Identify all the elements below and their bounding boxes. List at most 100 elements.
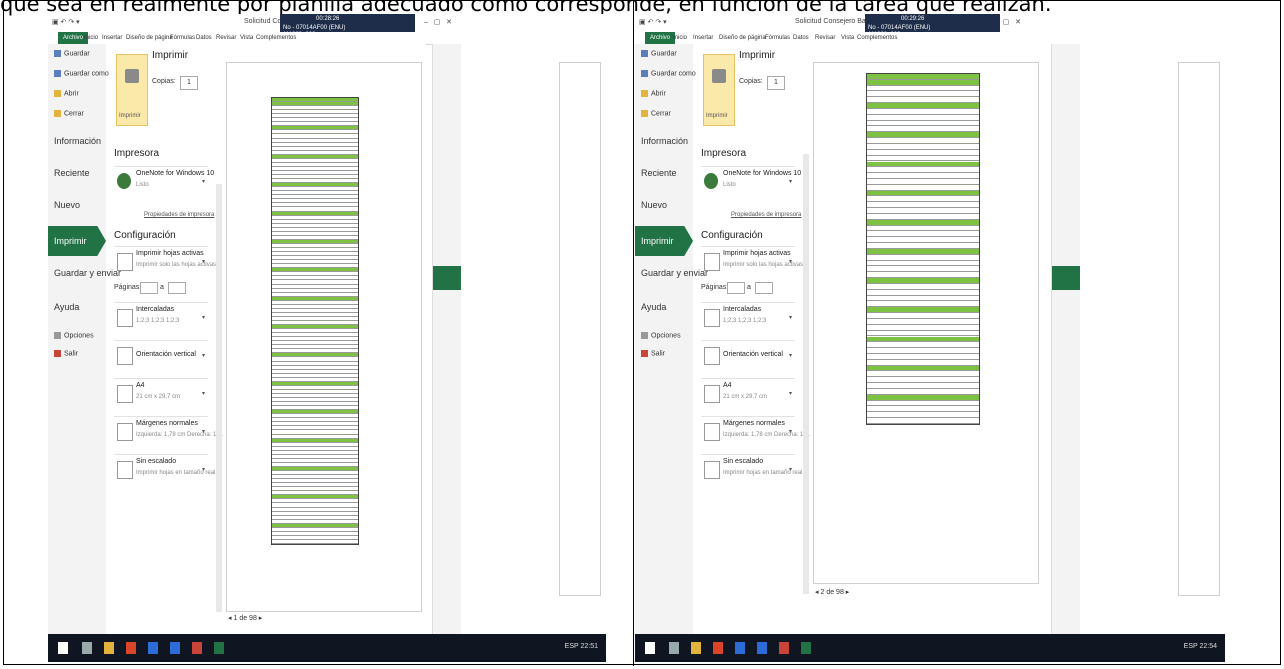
nav-ayuda[interactable]: Ayuda xyxy=(54,302,79,312)
tab-inicio[interactable]: Inicio xyxy=(84,32,98,44)
quick-access-toolbar[interactable]: ▣ ↶ ↷ ▾ xyxy=(639,18,667,26)
tab-formulas[interactable]: Fórmulas xyxy=(170,32,195,44)
print-what-select[interactable]: Imprimir hojas activas Imprimir solo las… xyxy=(701,246,803,277)
nav-nuevo[interactable]: Nuevo xyxy=(641,200,667,210)
settings-scrollbar[interactable] xyxy=(803,154,809,594)
nav-reciente[interactable]: Reciente xyxy=(641,168,677,178)
collate-select[interactable]: Intercaladas 1;2;3 1;2;3 1;2;3 ▾ xyxy=(114,302,208,333)
tab-complementos[interactable]: Complementos xyxy=(256,32,296,44)
quick-access-toolbar[interactable]: ▣ ↶ ↷ ▾ xyxy=(52,18,80,26)
paper-size-select[interactable]: A4 21 cm x 29,7 cm ▾ xyxy=(701,378,795,409)
printer-select[interactable]: OneNote for Windows 10 Listo ▾ xyxy=(114,166,214,207)
print-what-select[interactable]: Imprimir hojas activas Imprimir solo las… xyxy=(114,246,216,277)
word-icon[interactable] xyxy=(757,642,767,654)
chrome-icon[interactable] xyxy=(713,642,723,654)
nav-informacion[interactable]: Información xyxy=(641,136,688,146)
page-navigator[interactable]: ◂ 2 de 98 ▸ xyxy=(815,588,849,596)
page-total: de 98 xyxy=(239,615,257,622)
file-explorer-icon[interactable] xyxy=(691,642,701,654)
printer-select[interactable]: OneNote for Windows 10 Listo ▾ xyxy=(701,166,801,207)
scaling-select[interactable]: Sin escalado Imprimir hojas en tamaño re… xyxy=(701,454,802,485)
nav-guardar-como[interactable]: Guardar como xyxy=(54,70,109,77)
nav-informacion[interactable]: Información xyxy=(54,136,101,146)
settings-scrollbar[interactable] xyxy=(216,184,222,612)
tab-revisar[interactable]: Revisar xyxy=(216,32,236,44)
nav-nuevo[interactable]: Nuevo xyxy=(54,200,80,210)
tab-insertar[interactable]: Insertar xyxy=(102,32,122,44)
nav-salir[interactable]: Salir xyxy=(54,350,78,357)
pages-from-input[interactable] xyxy=(140,282,158,294)
nav-cerrar[interactable]: Cerrar xyxy=(54,110,84,117)
nav-reciente[interactable]: Reciente xyxy=(54,168,90,178)
tab-inicio[interactable]: Inicio xyxy=(673,32,687,44)
nav-guardar[interactable]: Guardar xyxy=(641,50,677,57)
windows-start-icon[interactable] xyxy=(645,642,655,654)
tab-datos[interactable]: Datos xyxy=(793,32,809,44)
scaling-select[interactable]: Sin escalado Imprimir hojas en tamaño re… xyxy=(114,454,215,485)
nav-opciones[interactable]: Opciones xyxy=(641,332,681,339)
page-number[interactable]: 1 xyxy=(233,615,237,622)
folder-open-icon xyxy=(54,90,61,97)
pdf-icon[interactable] xyxy=(192,642,202,654)
nav-guardar-como[interactable]: Guardar como xyxy=(641,70,696,77)
nav-ayuda[interactable]: Ayuda xyxy=(641,302,666,312)
printer-properties-link[interactable]: Propiedades de impresora xyxy=(144,212,214,218)
window-controls[interactable]: – ▢ ✕ xyxy=(424,18,452,26)
tab-insertar[interactable]: Insertar xyxy=(693,32,713,44)
nav-imprimir-active[interactable] xyxy=(1052,266,1080,290)
collate-select[interactable]: Intercaladas 1;2;3 1;2;3 1;2;3 ▾ xyxy=(701,302,795,333)
copies-input[interactable]: 1 xyxy=(767,76,785,90)
nav-salir[interactable]: Salir xyxy=(641,350,665,357)
nav-abrir[interactable]: Abrir xyxy=(641,90,666,97)
pages-to-input[interactable] xyxy=(168,282,186,294)
backstage-view: Guardar Guardar como Abrir Cerrar Inform… xyxy=(48,44,426,634)
search-icon[interactable] xyxy=(669,642,679,654)
nav-imprimir[interactable]: Imprimir xyxy=(48,226,106,256)
nav-opciones[interactable]: Opciones xyxy=(54,332,94,339)
printer-properties-link[interactable]: Propiedades de impresora xyxy=(731,212,801,218)
margins-select[interactable]: Márgenes normales Izquierda: 1,78 cm Der… xyxy=(701,416,810,447)
nav-guardar-enviar[interactable]: Guardar y enviar xyxy=(641,268,708,278)
nav-guardar[interactable]: Guardar xyxy=(54,50,90,57)
edge-icon[interactable] xyxy=(735,642,745,654)
pages-from-input[interactable] xyxy=(727,282,745,294)
pages-to-input[interactable] xyxy=(755,282,773,294)
chevron-down-icon: ▾ xyxy=(788,429,792,435)
tab-formulas[interactable]: Fórmulas xyxy=(765,32,790,44)
nav-imprimir-active[interactable] xyxy=(433,266,461,290)
tab-revisar[interactable]: Revisar xyxy=(815,32,835,44)
nav-imprimir[interactable]: Imprimir xyxy=(635,226,693,256)
page-navigator[interactable]: ◂ 1 de 98 ▸ xyxy=(228,614,262,622)
windows-start-icon[interactable] xyxy=(58,642,68,654)
print-button[interactable]: Imprimir xyxy=(116,54,148,126)
tab-vista[interactable]: Vista xyxy=(240,32,253,44)
exit-icon xyxy=(54,350,61,357)
print-button[interactable]: Imprimir xyxy=(703,54,735,126)
tab-datos[interactable]: Datos xyxy=(196,32,212,44)
tab-diseno[interactable]: Diseño de página xyxy=(126,32,173,44)
search-icon[interactable] xyxy=(82,642,92,654)
tab-archivo[interactable]: Archivo xyxy=(645,32,676,44)
second-window-nav xyxy=(433,44,461,634)
orientation-select[interactable]: Orientación vertical ▾ xyxy=(701,340,795,371)
printer-header: Impresora xyxy=(114,148,160,159)
page-number[interactable]: 2 xyxy=(820,589,824,596)
orientation-select[interactable]: Orientación vertical ▾ xyxy=(114,340,208,371)
second-window-nav xyxy=(1052,44,1080,634)
margins-select[interactable]: Márgenes normales Izquierda: 1,78 cm Der… xyxy=(114,416,223,447)
edge-icon[interactable] xyxy=(148,642,158,654)
copies-input[interactable]: 1 xyxy=(180,76,198,90)
excel-icon[interactable] xyxy=(214,642,224,654)
file-explorer-icon[interactable] xyxy=(104,642,114,654)
word-icon[interactable] xyxy=(170,642,180,654)
paper-size-select[interactable]: A4 21 cm x 29,7 cm ▾ xyxy=(114,378,208,409)
tab-diseno[interactable]: Diseño de página xyxy=(719,32,766,44)
nav-cerrar[interactable]: Cerrar xyxy=(641,110,671,117)
tab-vista[interactable]: Vista xyxy=(841,32,854,44)
tab-complementos[interactable]: Complementos xyxy=(857,32,897,44)
nav-abrir[interactable]: Abrir xyxy=(54,90,79,97)
chrome-icon[interactable] xyxy=(126,642,136,654)
nav-guardar-enviar[interactable]: Guardar y enviar xyxy=(54,268,121,278)
excel-icon[interactable] xyxy=(801,642,811,654)
pdf-icon[interactable] xyxy=(779,642,789,654)
